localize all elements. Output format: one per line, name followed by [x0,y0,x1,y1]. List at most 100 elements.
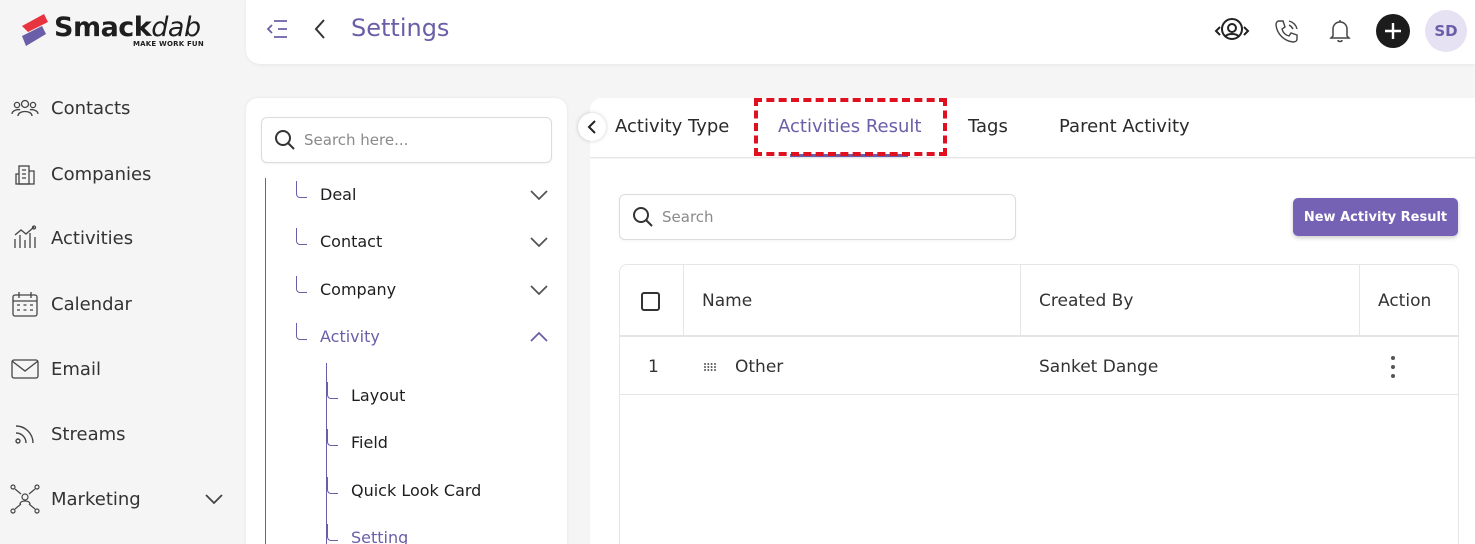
back-arrow-icon[interactable] [312,17,328,41]
chevron-down-icon [530,285,548,296]
phone-icon [1275,20,1298,43]
left-navigation: Smackdab MAKE WORK FUN Contacts Companie… [0,0,246,544]
sidebar-item-label: Companies [51,163,152,185]
bell-icon [1329,20,1351,43]
chevron-up-icon [530,331,548,342]
row-actions-button[interactable] [1390,339,1396,395]
sidebar-item-label: Email [51,358,101,380]
tree-connector [327,382,338,399]
column-header-action: Action [1378,291,1432,311]
search-icon [633,207,653,227]
search-icon [275,130,295,150]
tree-item-label: Deal [320,185,357,204]
sidebar-item-label: Marketing [51,488,141,510]
tree-subitem-layout[interactable]: Layout [327,382,547,412]
tree-item-company[interactable]: Company [296,276,556,306]
plus-icon [1385,23,1401,39]
tree-item-label: Field [351,433,388,452]
tree-search-input[interactable] [304,131,544,149]
sidebar-item-label: Streams [51,423,126,445]
tree-connector [327,429,338,446]
quick-add-button[interactable] [1376,14,1410,48]
row-created-by: Sanket Dange [1039,357,1159,377]
tree-search-box [261,117,552,163]
tree-subitem-quick-look-card[interactable]: Quick Look Card [327,477,547,507]
sidebar-item-marketing[interactable]: Marketing [10,479,235,519]
tree-connector [296,276,307,293]
tree-connector [327,477,338,494]
chevron-left-icon [587,120,596,134]
call-button[interactable] [1269,13,1305,49]
tab-activities-result[interactable]: Activities Result [778,116,921,137]
tree-item-label: Layout [351,386,406,405]
tree-item-contact[interactable]: Contact [296,228,556,258]
tree-item-label: Contact [320,232,383,251]
tree-guide-line [265,178,266,544]
column-divider [1359,265,1360,337]
tree-item-label: Activity [320,327,380,346]
tree-item-deal[interactable]: Deal [296,181,556,211]
tree-connector [327,524,338,541]
user-avatar[interactable]: SD [1425,10,1467,52]
sidebar-item-email[interactable]: Email [10,349,235,389]
brand-logo[interactable]: Smackdab MAKE WORK FUN [18,10,218,50]
sidebar-collapse-icon[interactable] [266,18,288,40]
sidebar-item-activities[interactable]: Activities [10,218,235,258]
activity-results-table: Name Created By Action 1 Other Sanket Da… [619,264,1459,544]
column-divider [1020,265,1021,337]
tree-subitem-field[interactable]: Field [327,429,547,459]
row-index: 1 [648,357,659,377]
table-header: Name Created By Action [620,265,1458,337]
brand-name: Smackdab [54,12,201,43]
tree-item-label: Setting [351,528,409,544]
tab-activity-type[interactable]: Activity Type [615,116,729,137]
select-all-cell [641,265,660,337]
drag-handle[interactable] [703,339,717,395]
tab-tags[interactable]: Tags [968,116,1008,137]
tree-item-label: Company [320,280,397,299]
top-header: Settings SD [246,0,1475,64]
tab-parent-activity[interactable]: Parent Activity [1059,116,1190,137]
marketing-icon [10,484,40,514]
page-title: Settings [351,14,450,42]
select-all-checkbox[interactable] [641,291,660,311]
active-tab-indicator [790,154,908,157]
new-activity-result-button[interactable]: New Activity Result [1293,198,1458,236]
email-icon [10,354,40,384]
chevron-down-icon[interactable] [203,488,225,510]
results-search-input[interactable] [662,208,1002,226]
tree-item-label: Quick Look Card [351,481,482,500]
main-content: New Activity Result Name Created By Acti… [590,159,1475,544]
drag-handle-icon [704,363,716,371]
activities-icon [10,223,40,253]
calendar-icon [10,289,40,319]
table-row[interactable]: 1 Other Sanket Dange [620,339,1458,395]
column-header-created-by[interactable]: Created By [1039,265,1133,337]
sidebar-item-label: Contacts [51,97,131,119]
tabs-scroll-back-button[interactable] [578,113,606,141]
sidebar-item-label: Activities [51,227,134,249]
notifications-button[interactable] [1322,13,1358,49]
column-divider [683,265,684,337]
more-vertical-icon [1391,356,1395,378]
logo-mark-icon [22,14,48,46]
sidebar-item-calendar[interactable]: Calendar [10,284,235,324]
settings-tree-panel: Deal Contact Company Activity Layout Fie… [246,98,567,544]
contacts-icon [10,93,40,123]
tree-connector [296,181,307,198]
column-header-name[interactable]: Name [702,265,752,337]
tree-subitem-setting[interactable]: Setting [327,524,547,544]
tree-item-activity[interactable]: Activity [296,323,556,353]
companies-icon [10,159,40,189]
support-button[interactable] [1214,13,1250,49]
sidebar-item-companies[interactable]: Companies [10,154,235,194]
brand-tagline: MAKE WORK FUN [133,40,204,48]
tree-connector [296,323,307,340]
results-search-box [619,194,1016,240]
tree-connector [296,228,307,245]
chevron-down-icon [530,237,548,248]
sidebar-item-streams[interactable]: Streams [10,414,235,454]
sidebar-item-contacts[interactable]: Contacts [10,88,235,128]
tab-bar: Activity Type Activities Result Tags Par… [578,98,1475,158]
sidebar-item-label: Calendar [51,293,132,315]
